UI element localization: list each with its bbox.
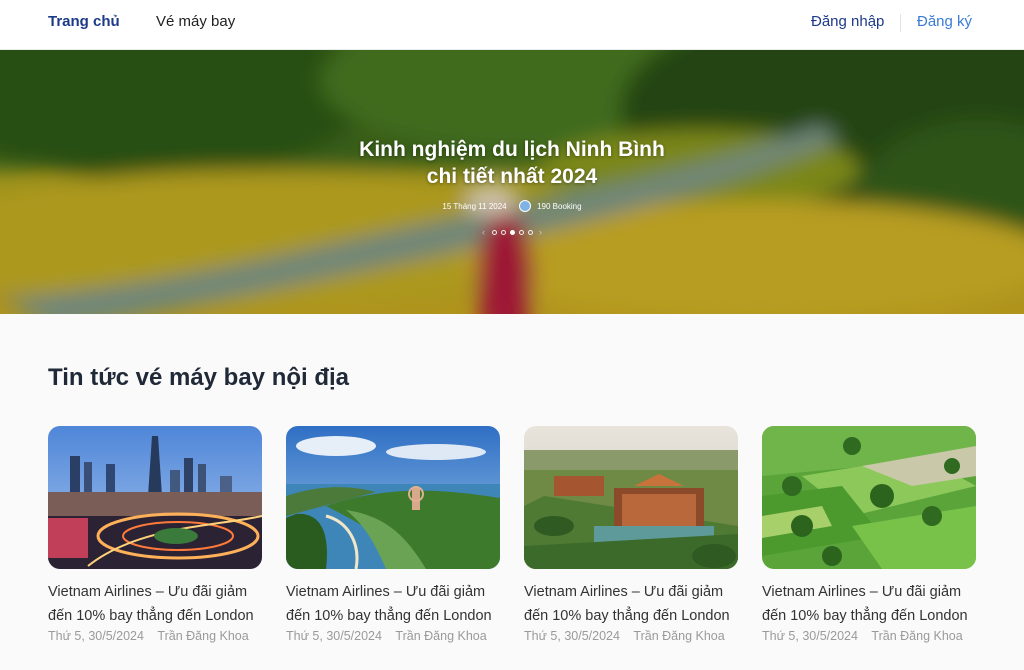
section-title: Tin tức vé máy bay nội địa [48, 364, 350, 391]
card-meta: Thứ 5, 30/5/2024 Trần Đăng Khoa [286, 629, 500, 643]
author-avatar [518, 200, 531, 212]
carousel-dot-3[interactable] [509, 229, 515, 235]
card-date: Thứ 5, 30/5/2024 [286, 629, 382, 643]
card-image[interactable] [524, 426, 738, 569]
card-title[interactable]: Vietnam Airlines – Ưu đãi giảm đến 10% b… [48, 580, 262, 628]
card-image[interactable] [48, 426, 262, 569]
card-date: Thứ 5, 30/5/2024 [48, 629, 144, 643]
card-meta: Thứ 5, 30/5/2024 Trần Đăng Khoa [48, 629, 262, 643]
hero-meta: 15 Tháng 11 2024 190 Booking [0, 200, 1024, 212]
chevron-left-icon[interactable]: ‹ [478, 228, 490, 237]
card-author: Trần Đăng Khoa [395, 629, 487, 643]
card-title-line2: đến 10% bay thẳng đến London [762, 608, 968, 624]
nav-flights-link[interactable]: Vé máy bay [156, 0, 235, 50]
register-link[interactable]: Đăng ký [917, 0, 972, 50]
news-card[interactable]: Vietnam Airlines – Ưu đãi giảm đến 10% b… [524, 426, 738, 643]
card-date: Thứ 5, 30/5/2024 [762, 629, 858, 643]
news-card[interactable]: Vietnam Airlines – Ưu đãi giảm đến 10% b… [762, 426, 976, 643]
carousel-dot-2[interactable] [500, 229, 506, 235]
hero-author: 190 Booking [537, 201, 582, 211]
nav-home-link[interactable]: Trang chủ [48, 0, 120, 50]
card-title[interactable]: Vietnam Airlines – Ưu đãi giảm đến 10% b… [762, 580, 976, 628]
card-image[interactable] [762, 426, 976, 569]
card-title-line2: đến 10% bay thẳng đến London [524, 608, 730, 624]
hero-title[interactable]: Kinh nghiệm du lịch Ninh Bình chi tiết n… [262, 136, 762, 190]
card-meta: Thứ 5, 30/5/2024 Trần Đăng Khoa [762, 629, 976, 643]
carousel-dot-1[interactable] [491, 229, 497, 235]
login-link[interactable]: Đăng nhập [811, 0, 884, 50]
card-title-line1: Vietnam Airlines – Ưu đãi giảm [286, 584, 486, 600]
hero-title-line2: chi tiết nhất 2024 [426, 165, 598, 188]
card-title[interactable]: Vietnam Airlines – Ưu đãi giảm đến 10% b… [286, 580, 500, 628]
card-meta: Thứ 5, 30/5/2024 Trần Đăng Khoa [524, 629, 738, 643]
card-author: Trần Đăng Khoa [157, 629, 249, 643]
card-title-line1: Vietnam Airlines – Ưu đãi giảm [762, 584, 962, 600]
hero-carousel[interactable]: Kinh nghiệm du lịch Ninh Bình chi tiết n… [0, 50, 1024, 314]
chevron-right-icon[interactable]: › [535, 228, 547, 237]
hero-title-line1: Kinh nghiệm du lịch Ninh Bình [359, 138, 665, 161]
carousel-dot-5[interactable] [527, 229, 533, 235]
card-title-line2: đến 10% bay thẳng đến London [286, 608, 492, 624]
card-image[interactable] [286, 426, 500, 569]
card-title-line1: Vietnam Airlines – Ưu đãi giảm [48, 584, 248, 600]
card-date: Thứ 5, 30/5/2024 [524, 629, 620, 643]
hero-date: 15 Tháng 11 2024 [442, 201, 507, 211]
card-author: Trần Đăng Khoa [633, 629, 725, 643]
top-navigation-bar: Trang chủ Vé máy bay Đăng nhập Đăng ký [0, 0, 1024, 50]
card-title-line1: Vietnam Airlines – Ưu đãi giảm [524, 584, 724, 600]
card-title-line2: đến 10% bay thẳng đến London [48, 608, 254, 624]
news-card[interactable]: Vietnam Airlines – Ưu đãi giảm đến 10% b… [48, 426, 262, 643]
carousel-controls: ‹ › [0, 228, 1024, 237]
carousel-dot-4[interactable] [518, 229, 524, 235]
card-author: Trần Đăng Khoa [871, 629, 963, 643]
nav-divider [900, 14, 901, 32]
news-card[interactable]: Vietnam Airlines – Ưu đãi giảm đến 10% b… [286, 426, 500, 643]
card-title[interactable]: Vietnam Airlines – Ưu đãi giảm đến 10% b… [524, 580, 738, 628]
